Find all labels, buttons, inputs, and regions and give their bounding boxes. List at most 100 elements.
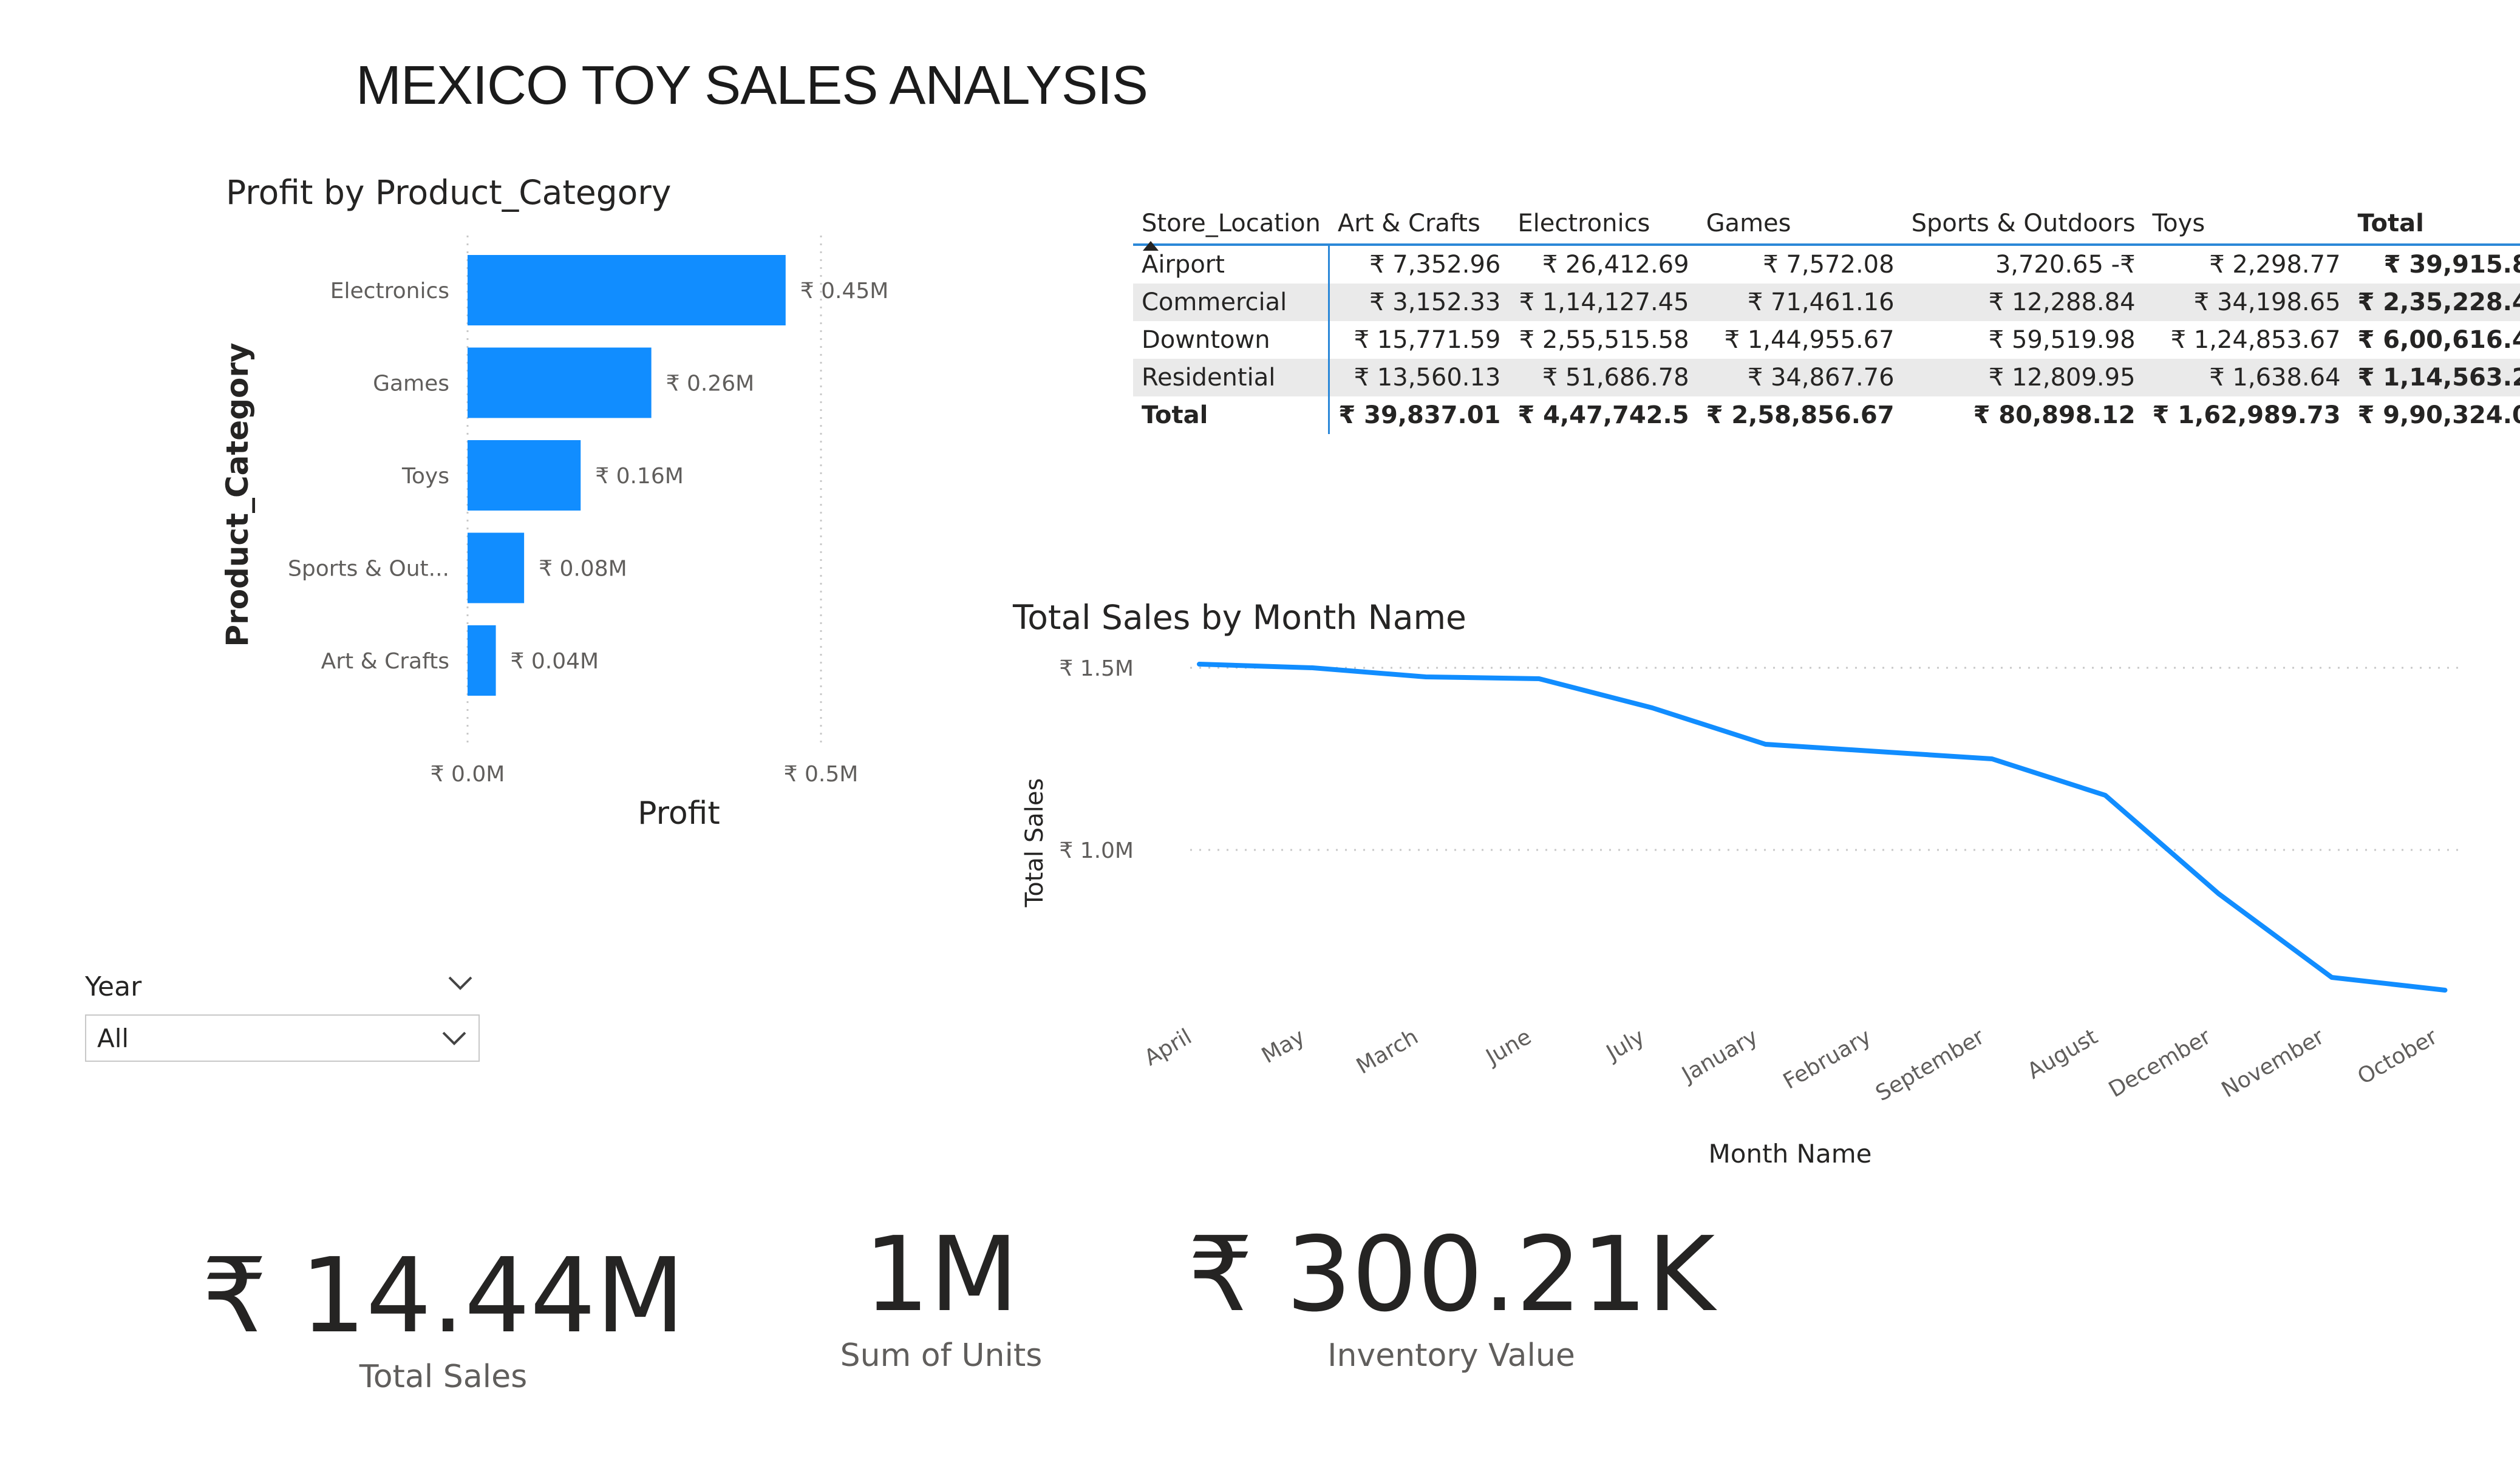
table-cell: ₹ 3,152.33 bbox=[1329, 284, 1510, 321]
year-dropdown[interactable]: All bbox=[85, 1014, 480, 1062]
year-dropdown-value: All bbox=[97, 1023, 129, 1053]
table-row[interactable]: Commercial ₹ 3,152.33 ₹ 1,14,127.45 ₹ 71,46… bbox=[1133, 284, 2520, 321]
y-tick-label: ₹ 1.0M bbox=[1059, 838, 1134, 863]
table-row[interactable]: Residential ₹ 13,560.13 ₹ 51,686.78 ₹ 34,86… bbox=[1133, 359, 2520, 396]
table-cell: ₹ 59,519.98 bbox=[1988, 326, 2136, 354]
sum-of-units-card: 1M Sum of Units bbox=[753, 1223, 1129, 1374]
table-cell: ₹ 4,47,742.5 bbox=[1517, 401, 1689, 429]
row-header: Airport bbox=[1133, 245, 1330, 284]
data-label: ₹ 0.45M bbox=[800, 279, 889, 304]
table-cell: ₹ 1,44,955.67 bbox=[1724, 326, 1895, 354]
table-cell: ₹ 13,560.13 bbox=[1329, 359, 1510, 396]
table-cell: ₹ 51,686.78 bbox=[1509, 359, 1698, 396]
bar bbox=[468, 532, 525, 603]
series-line bbox=[1197, 662, 2448, 993]
row-header: Downtown bbox=[1133, 321, 1330, 359]
table-cell: ₹ 1,638.64 bbox=[2144, 359, 2349, 396]
x-tick-label: November bbox=[2218, 1024, 2329, 1102]
x-tick-label: February bbox=[1779, 1024, 1876, 1094]
table-cell: ₹ 39,915.85 bbox=[2383, 251, 2520, 279]
card-label: Total Sales bbox=[359, 1359, 528, 1395]
x-axis-title: Profit bbox=[638, 795, 720, 832]
table-cell: ₹ 39,837.01 bbox=[1338, 401, 1501, 429]
card-label: Inventory Value bbox=[1327, 1337, 1575, 1374]
column-header[interactable]: Toys bbox=[2144, 203, 2349, 246]
card-value: ₹ 300.21K bbox=[1187, 1215, 1715, 1335]
table-cell: ₹ 2,55,515.58 bbox=[1519, 326, 1689, 354]
table-cell: ₹ 1,14,127.45 bbox=[1509, 284, 1698, 321]
column-header[interactable]: Electronics bbox=[1509, 203, 1698, 246]
x-axis-title: Month Name bbox=[1709, 1139, 1872, 1169]
bar bbox=[468, 347, 652, 418]
x-tick-label: April bbox=[1140, 1024, 1196, 1071]
table-cell: ₹ 71,461.16 bbox=[1697, 284, 1903, 321]
column-header[interactable]: Total bbox=[2349, 203, 2520, 246]
sort-ascending-icon[interactable] bbox=[1143, 241, 1159, 251]
category-label: Electronics bbox=[330, 279, 449, 304]
data-label: ₹ 0.26M bbox=[666, 372, 755, 396]
year-slicer[interactable]: Year All bbox=[85, 971, 480, 1062]
bar-chart-title: Profit by Product_Category bbox=[226, 173, 672, 212]
y-axis-title: Total Sales bbox=[1021, 778, 1049, 908]
card-label: Sum of Units bbox=[840, 1337, 1043, 1374]
x-tick-label: September bbox=[1871, 1024, 1989, 1106]
bar bbox=[468, 625, 496, 696]
sales-line-chart: ₹ 1.5M ₹ 1.0M April May March June July January… bbox=[1021, 656, 2465, 1169]
row-header: Residential bbox=[1133, 359, 1330, 396]
column-header[interactable]: Art & Crafts bbox=[1329, 203, 1510, 246]
profit-bar-chart: ₹ 0.0M ₹ 0.5M Electronics ₹ 0.45M Games ₹ 0.2… bbox=[220, 236, 889, 832]
table-cell: ₹ 12,809.95 bbox=[1902, 359, 2144, 396]
x-tick-label: ₹ 0.5M bbox=[784, 762, 859, 787]
y-tick-label: ₹ 1.5M bbox=[1059, 656, 1134, 681]
table-cell: ₹ 1,62,989.73 bbox=[2152, 401, 2341, 429]
category-label: Art & Crafts bbox=[321, 649, 449, 674]
x-tick-label: May bbox=[1258, 1024, 1309, 1068]
column-header[interactable]: Store_Location bbox=[1133, 203, 1329, 246]
table-cell: ₹ 15,771.59 bbox=[1354, 326, 1501, 354]
table-cell: ₹ 1,24,853.67 bbox=[2170, 326, 2341, 354]
total-row[interactable]: Total ₹ 39,837.01 ₹ 4,47,742.5 ₹ 2,58,856.6… bbox=[1133, 396, 2520, 434]
table-cell: ₹ 2,58,856.67 bbox=[1706, 401, 1895, 429]
table-cell: ₹ 12,288.84 bbox=[1902, 284, 2144, 321]
x-tick-label: June bbox=[1481, 1024, 1536, 1070]
bar bbox=[468, 255, 786, 325]
table-cell: 3,720.65 -₹ bbox=[1995, 251, 2136, 279]
card-value: 1M bbox=[863, 1215, 1019, 1335]
x-tick-label: January bbox=[1677, 1024, 1762, 1088]
card-value: ₹ 14.44M bbox=[202, 1236, 685, 1356]
sales-matrix: Store_Location Art & Crafts Electronics Gam… bbox=[1133, 203, 2520, 434]
bar bbox=[468, 440, 581, 511]
slicer-title: Year bbox=[85, 971, 142, 1002]
table-row[interactable]: Downtown ₹ 15,771.59 ₹ 2,55,515.58 ₹ 1,44,9… bbox=[1133, 321, 2520, 359]
chevron-down-icon[interactable] bbox=[447, 974, 474, 992]
column-header[interactable]: Games bbox=[1697, 203, 1903, 246]
data-label: ₹ 0.16M bbox=[595, 464, 684, 489]
total-sales-card: ₹ 14.44M Total Sales bbox=[194, 1245, 692, 1395]
data-label: ₹ 0.08M bbox=[539, 557, 627, 582]
x-tick-label: March bbox=[1352, 1024, 1423, 1079]
table-cell: ₹ 2,35,228.43 bbox=[2349, 284, 2520, 321]
table-cell: ₹ 34,867.76 bbox=[1697, 359, 1903, 396]
table-cell: ₹ 7,352.96 bbox=[1369, 251, 1501, 279]
row-header: Commercial bbox=[1133, 284, 1330, 321]
table-cell: ₹ 7,572.08 bbox=[1763, 251, 1895, 279]
table-cell: ₹ 26,412.69 bbox=[1542, 251, 1689, 279]
table-row[interactable]: Airport ₹ 7,352.96 ₹ 26,412.69 ₹ 7,572.08 3,… bbox=[1133, 245, 2520, 284]
category-label: Sports & Out... bbox=[288, 557, 449, 582]
x-tick-label: July bbox=[1601, 1024, 1649, 1066]
chevron-down-icon bbox=[442, 1031, 466, 1045]
line-chart-title: Total Sales by Month Name bbox=[1013, 598, 1466, 637]
table-cell: ₹ 1,14,563.26 bbox=[2349, 359, 2520, 396]
table-cell: ₹ 6,00,616.49 bbox=[2357, 326, 2520, 354]
data-label: ₹ 0.04M bbox=[511, 649, 599, 674]
x-tick-label: December bbox=[2105, 1024, 2215, 1102]
table-cell: ₹ 34,198.65 bbox=[2144, 284, 2349, 321]
row-header: Total bbox=[1133, 396, 1330, 434]
table-cell: ₹ 2,298.77 bbox=[2209, 251, 2341, 279]
x-tick-label: October bbox=[2354, 1024, 2442, 1090]
column-header[interactable]: Sports & Outdoors bbox=[1902, 203, 2144, 246]
x-tick-label: August bbox=[2023, 1024, 2102, 1084]
category-label: Toys bbox=[401, 464, 449, 489]
inventory-value-card: ₹ 300.21K Inventory Value bbox=[1154, 1223, 1749, 1374]
table-cell: ₹ 80,898.12 bbox=[1973, 401, 2136, 429]
